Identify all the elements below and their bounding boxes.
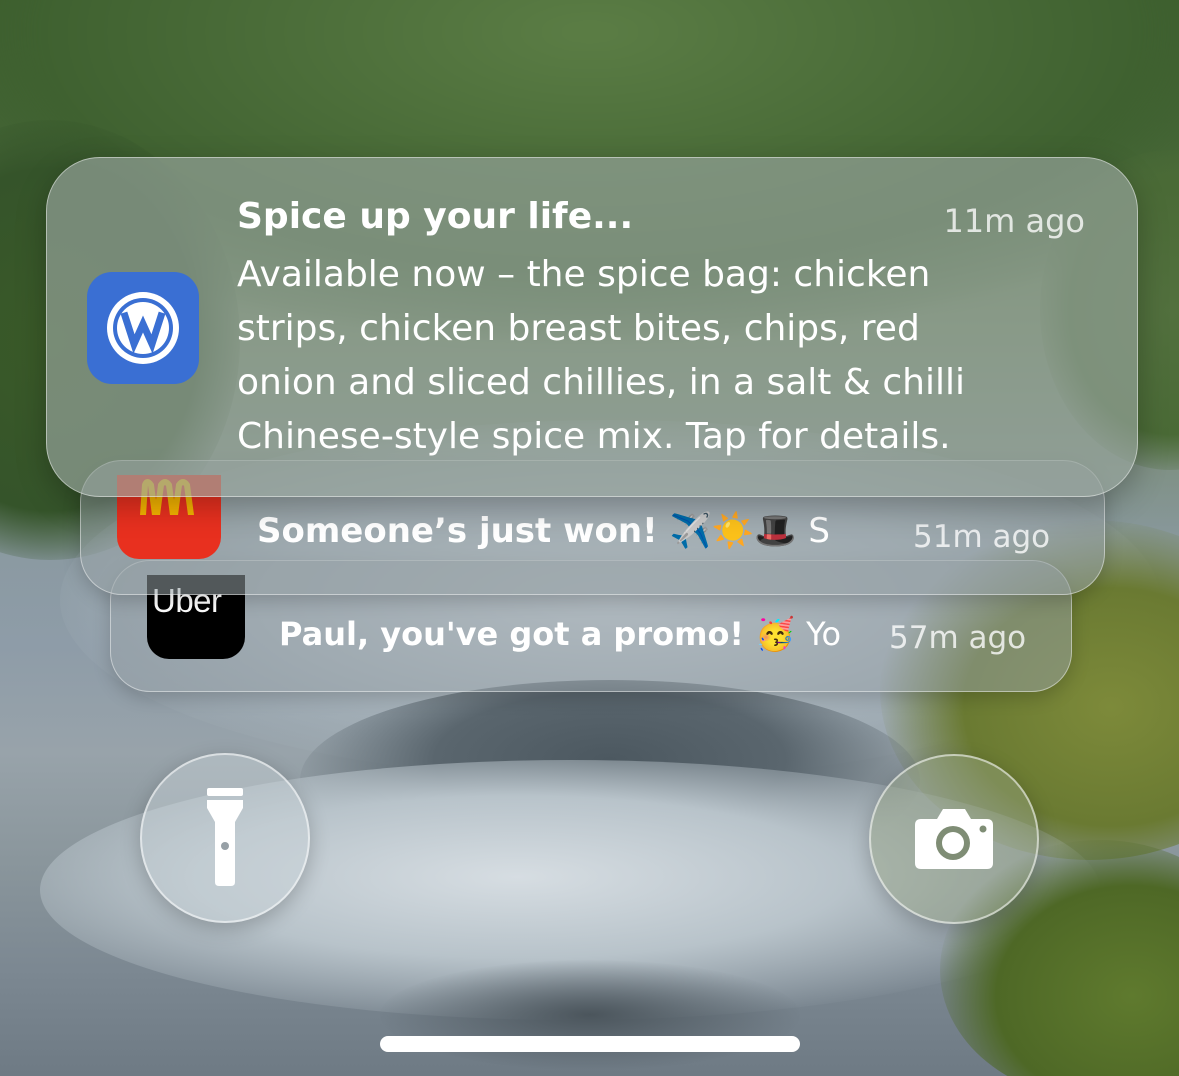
- flashlight-icon: [207, 788, 243, 886]
- wallpaper-rock: [380, 960, 800, 1070]
- notification-body-line: onion and sliced chillies, in a salt & c…: [237, 362, 965, 403]
- flashlight-button[interactable]: [140, 753, 310, 923]
- camera-icon: [915, 809, 993, 869]
- notification-title-truncated: Yo: [806, 615, 842, 653]
- notification-title-emoji: 🥳: [755, 615, 795, 653]
- notification-title: Someone’s just won! ✈️☀️🎩 S: [257, 511, 872, 551]
- notification-time: 57m ago: [889, 620, 1027, 656]
- camera-button[interactable]: [869, 754, 1039, 924]
- wetherspoon-w-logo-icon: [107, 292, 179, 364]
- notification-wetherspoon[interactable]: Spice up your life... 11m ago Available …: [46, 157, 1138, 497]
- notification-title-truncated: S: [808, 511, 830, 551]
- notification-body: Available now – the spice bag: chicken s…: [237, 248, 1077, 464]
- notification-body-line: Available now – the spice bag: chicken: [237, 254, 931, 295]
- wetherspoon-app-icon: [87, 272, 199, 384]
- notification-title-text: Someone’s just won!: [257, 511, 658, 551]
- notification-time: 11m ago: [943, 202, 1085, 240]
- notification-title-text: Paul, you've got a promo!: [279, 615, 745, 653]
- notification-body-line: Chinese-style spice mix. Tap for details…: [237, 416, 951, 457]
- notification-title: Spice up your life...: [237, 196, 634, 237]
- home-indicator[interactable]: [380, 1036, 800, 1052]
- notification-title: Paul, you've got a promo! 🥳 Yo: [279, 615, 843, 653]
- notification-time: 51m ago: [913, 519, 1051, 555]
- notification-title-emoji: ✈️☀️🎩: [669, 511, 797, 551]
- notification-body-line: strips, chicken breast bites, chips, red: [237, 308, 920, 349]
